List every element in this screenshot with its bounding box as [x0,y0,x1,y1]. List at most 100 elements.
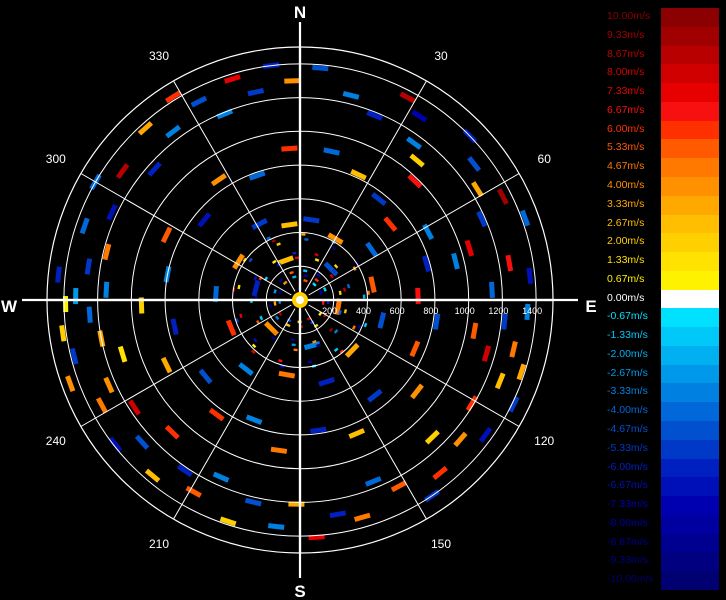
gate-mark [259,315,264,321]
gate-mark [314,277,320,283]
gate-mark [301,233,306,236]
colorbar-swatch [661,402,719,422]
colorbar-swatch [661,101,719,121]
gate-mark [293,348,298,352]
gate-mark [165,124,181,139]
colorbar-swatch [661,533,719,553]
gate-mark [344,342,360,358]
colorbar-label: -2.00m/s [607,347,648,360]
colorbar-label: 7.33m/s [607,85,645,98]
gate-mark [247,87,265,97]
gate-mark [329,510,347,519]
azimuth-label: 300 [46,152,66,166]
gate-mark [312,282,317,287]
gate-mark [292,275,297,279]
gate-mark [333,264,339,269]
gate-mark [508,396,520,413]
colorbar-swatch [661,327,719,346]
gate-mark [377,312,387,329]
colorbar-row: 7.33m/s [605,83,723,102]
colorbar-swatch [661,158,719,177]
gate-mark [497,188,509,205]
gate-mark [526,267,534,285]
range-label: 1000 [455,306,475,316]
gate-mark [346,283,351,289]
colorbar-swatch [661,45,719,65]
gate-mark [225,319,237,337]
gate-mark [84,258,93,275]
colorbar-row: -5.33m/s [605,439,723,459]
gate-mark [273,289,277,294]
gate-mark [198,368,213,385]
gate-mark [267,523,285,530]
colorbar-label: 0.67m/s [607,272,645,285]
colorbar-label: 8.67m/s [607,47,645,60]
colorbar-swatch [661,195,719,215]
range-label: 200 [322,306,337,316]
gate-mark [253,337,258,343]
gate-mark [453,431,468,448]
radar-site-core [296,296,304,304]
colorbar-label: -4.67m/s [607,423,648,436]
gate-mark [73,288,79,305]
colorbar-swatch [661,552,719,572]
colorbar-swatch [661,176,719,196]
gate-mark [103,281,110,298]
azimuth-line [173,308,296,520]
colorbar-swatch [661,477,719,497]
colorbar-row: 5.33m/s [605,139,723,159]
gate-mark [197,212,212,228]
gate-mark [494,372,506,390]
gate-mark [363,322,368,328]
azimuth-line [304,308,427,520]
colorbar-label: 8.00m/s [607,66,645,79]
colorbar-swatch [661,214,719,234]
azimuth-line [173,80,296,292]
gate-mark [467,156,481,172]
colorbar-label: 6.67m/s [607,103,645,116]
colorbar-swatch [661,421,719,440]
gate-mark [464,239,475,257]
gate-mark [406,136,422,150]
gate-mark [318,376,335,387]
gate-mark [273,301,277,306]
gate-mark [170,318,179,336]
gate-mark [415,287,421,304]
gate-mark [316,273,321,278]
gate-mark [270,446,288,454]
gate-mark [470,322,479,340]
gate-mark [117,345,128,363]
gate-mark [268,303,273,308]
gate-mark [103,376,115,394]
colorbar-swatch [661,458,719,478]
azimuth-label: 330 [149,49,169,63]
gate-mark [451,252,460,270]
colorbar-label: 4.67m/s [607,160,645,173]
colorbar-row: 6.00m/s [605,120,723,140]
azimuth-line [304,80,427,292]
gate-mark [253,275,258,281]
colorbar-label: 3.33m/s [607,197,645,210]
colorbar-label: 2.67m/s [607,216,645,229]
azimuth-label: 150 [431,537,451,551]
colorbar-swatch [661,26,719,46]
range-label: 600 [390,306,405,316]
azimuth-line [80,173,292,296]
radar-chart: N E S W 30 60 120 150 210 240 300 330 200 400 600 8… [1,3,597,600]
colorbar-row: -8.67m/s [605,533,723,553]
colorbar-label: -1.33m/s [607,329,648,342]
gate-mark [342,287,347,292]
range-label: 1400 [522,306,542,316]
gate-mark [290,338,295,342]
gate-mark [509,340,518,358]
gate-mark [128,399,141,416]
gate-mark [321,300,325,305]
colorbar-row: -7.33m/s [605,496,723,515]
colorbar-row: 4.67m/s [605,158,723,177]
gate-mark [164,424,180,440]
colorbar-swatch [661,83,719,102]
gate-mark [294,256,300,260]
gate-mark [278,370,296,379]
gate-mark [95,397,108,414]
gate-mark [65,375,76,392]
